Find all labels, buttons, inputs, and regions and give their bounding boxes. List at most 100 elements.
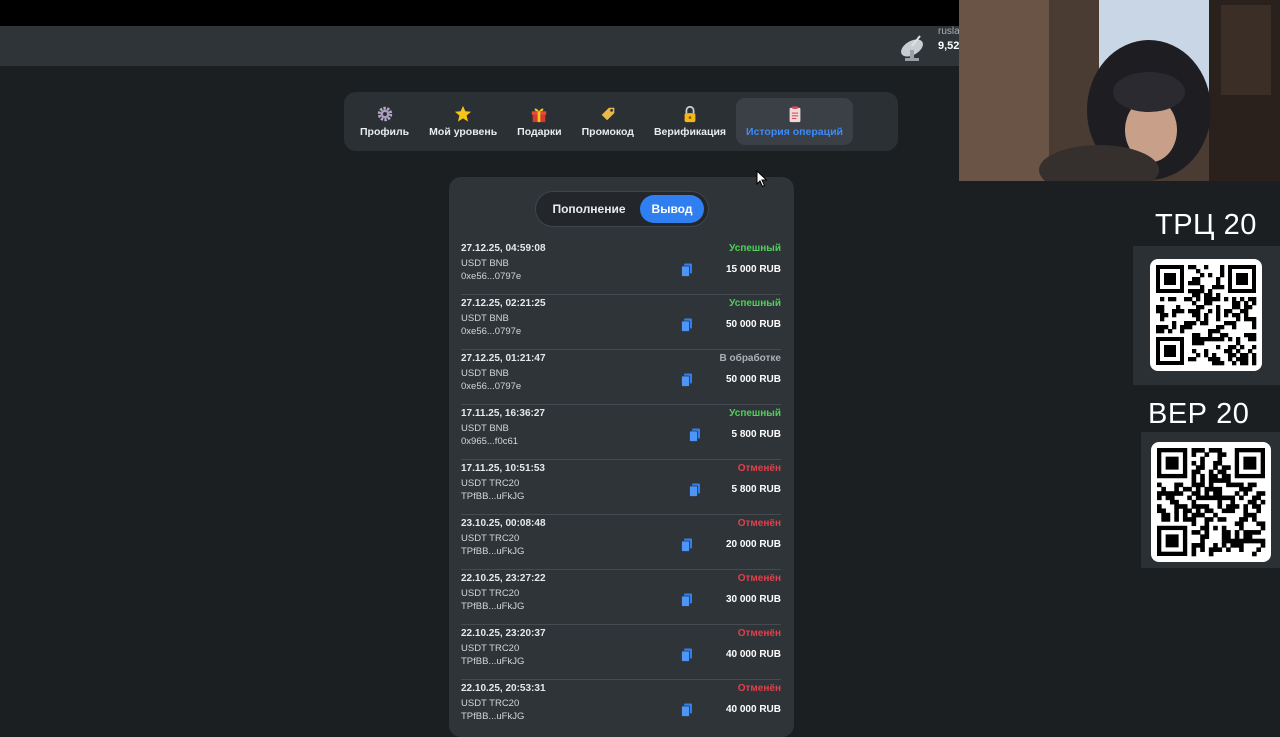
tag-icon (601, 107, 615, 121)
operation-address: TPfBB...uFkJG (461, 711, 525, 722)
operation-amount: 50 000 RUB (725, 319, 781, 330)
operation-amount: 5 800 RUB (731, 429, 781, 440)
operation-coin: USDT TRC20 (461, 588, 520, 599)
operation-row[interactable]: 22.10.25, 23:27:22 USDT TRC20 TPfBB...uFkJ… (461, 571, 781, 625)
nav-label-verification: Верификация (653, 126, 727, 138)
operation-row[interactable]: 22.10.25, 23:20:37 USDT TRC20 TPfBB...uFkJ… (461, 626, 781, 680)
operation-coin: USDT BNB (461, 368, 509, 379)
operation-amount: 15 000 RUB (725, 264, 781, 275)
qr-code-icon (1156, 265, 1257, 366)
operation-coin: USDT BNB (461, 313, 509, 324)
lock-icon (684, 105, 696, 123)
operation-row[interactable]: 27.12.25, 04:59:08 USDT BNB 0xe56...0797e У… (461, 241, 781, 295)
operation-address: TPfBB...uFkJG (461, 656, 525, 667)
header-bar (0, 26, 960, 66)
webcam-image (959, 0, 1280, 181)
operation-status: Успешный (729, 408, 781, 419)
operation-row[interactable]: 22.10.25, 20:53:31 USDT TRC20 TPfBB...uFkJ… (461, 681, 781, 734)
operation-address: TPfBB...uFkJG (461, 601, 525, 612)
satellite-avatar-icon[interactable] (896, 28, 930, 62)
operations-list: 27.12.25, 04:59:08 USDT BNB 0xe56...0797e У… (461, 241, 781, 735)
mouse-cursor-icon (756, 170, 768, 188)
nav-label-my-level: Мой уровень (429, 126, 498, 138)
nav-profile[interactable]: Профиль (350, 98, 419, 145)
gift-icon (532, 108, 547, 123)
nav-my-level[interactable]: Мой уровень (419, 98, 507, 145)
operation-address: TPfBB...uFkJG (461, 546, 525, 557)
copy-icon[interactable] (681, 263, 693, 277)
operation-date: 27.12.25, 04:59:08 (461, 243, 546, 254)
profile-nav: Профиль Мой уровень Подарки Промокод Вер… (344, 92, 898, 151)
operation-status: Успешный (729, 243, 781, 254)
operation-date: 22.10.25, 23:20:37 (461, 628, 546, 639)
operation-address: 0xe56...0797e (461, 271, 522, 282)
copy-icon[interactable] (681, 538, 693, 552)
operation-status: Отменён (737, 573, 781, 584)
operation-address: TPfBB...uFkJG (461, 491, 525, 502)
operation-date: 17.11.25, 16:36:27 (461, 408, 545, 419)
operation-status: Отменён (737, 463, 781, 474)
operation-status: Отменён (737, 628, 781, 639)
star-icon (455, 105, 472, 122)
copy-icon[interactable] (681, 318, 693, 332)
bep20-qr-code (1151, 442, 1271, 562)
operation-address: 0xe56...0797e (461, 381, 522, 392)
user-balance[interactable]: 9,52 (938, 40, 959, 52)
copy-icon[interactable] (681, 593, 693, 607)
trc20-qr-code (1150, 259, 1262, 371)
operation-address: 0xe56...0797e (461, 326, 522, 337)
copy-icon[interactable] (689, 428, 701, 442)
webcam-overlay (959, 0, 1280, 181)
copy-icon[interactable] (681, 703, 693, 717)
nav-operations-history[interactable]: История операций (736, 98, 853, 145)
trc20-label: ТРЦ 20 (1155, 209, 1257, 241)
operation-date: 23.10.25, 00:08:48 (461, 518, 546, 529)
nav-promocode[interactable]: Промокод (572, 98, 644, 145)
operation-coin: USDT TRC20 (461, 643, 520, 654)
operation-status: Успешный (729, 298, 781, 309)
nav-gifts[interactable]: Подарки (507, 98, 571, 145)
nav-label-promocode: Промокод (581, 126, 634, 138)
operation-amount: 40 000 RUB (725, 649, 781, 660)
operation-coin: USDT BNB (461, 258, 509, 269)
operation-date: 17.11.25, 10:51:53 (461, 463, 545, 474)
operation-status: Отменён (737, 683, 781, 694)
operation-amount: 50 000 RUB (725, 374, 781, 385)
operations-panel: Пополнение Вывод 27.12.25, 04:59:08 USDT … (449, 177, 794, 737)
copy-icon[interactable] (681, 373, 693, 387)
operation-date: 27.12.25, 02:21:25 (461, 298, 546, 309)
operation-row[interactable]: 23.10.25, 00:08:48 USDT TRC20 TPfBB...uFkJ… (461, 516, 781, 570)
user-name[interactable]: rusla (938, 26, 960, 37)
operation-row[interactable]: 17.11.25, 10:51:53 USDT TRC20 TPfBB...uFkJ… (461, 461, 781, 515)
operation-date: 22.10.25, 20:53:31 (461, 683, 546, 694)
bep20-label: ВЕР 20 (1148, 398, 1250, 430)
gear-icon (377, 106, 392, 122)
operation-status: Отменён (737, 518, 781, 529)
operation-row[interactable]: 27.12.25, 02:21:25 USDT BNB 0xe56...0797e У… (461, 296, 781, 350)
operation-coin: USDT TRC20 (461, 478, 520, 489)
clipboard-icon (789, 106, 800, 123)
operation-row[interactable]: 27.12.25, 01:21:47 USDT BNB 0xe56...0797e В… (461, 351, 781, 405)
operation-type-toggle: Пополнение Вывод (535, 191, 709, 227)
operation-coin: USDT TRC20 (461, 533, 520, 544)
operation-address: 0x965...f0c61 (461, 436, 519, 447)
nav-label-gifts: Подарки (517, 126, 562, 138)
copy-icon[interactable] (689, 483, 701, 497)
tab-withdraw[interactable]: Вывод (640, 195, 704, 223)
nav-verification[interactable]: Верификация (644, 98, 736, 145)
operation-amount: 30 000 RUB (725, 594, 781, 605)
operation-row[interactable]: 17.11.25, 16:36:27 USDT BNB 0x965...f0c61 У… (461, 406, 781, 460)
operation-amount: 40 000 RUB (725, 704, 781, 715)
operation-date: 27.12.25, 01:21:47 (461, 353, 546, 364)
nav-label-operations-history: История операций (746, 126, 843, 138)
operation-coin: USDT BNB (461, 423, 509, 434)
copy-icon[interactable] (681, 648, 693, 662)
nav-label-profile: Профиль (360, 126, 410, 138)
operation-amount: 5 800 RUB (731, 484, 781, 495)
operation-status: В обработке (719, 353, 781, 364)
operation-coin: USDT TRC20 (461, 698, 520, 709)
tab-deposit[interactable]: Пополнение (541, 195, 637, 223)
operation-date: 22.10.25, 23:27:22 (461, 573, 546, 584)
operation-amount: 20 000 RUB (725, 539, 781, 550)
qr-code-icon (1157, 448, 1266, 557)
